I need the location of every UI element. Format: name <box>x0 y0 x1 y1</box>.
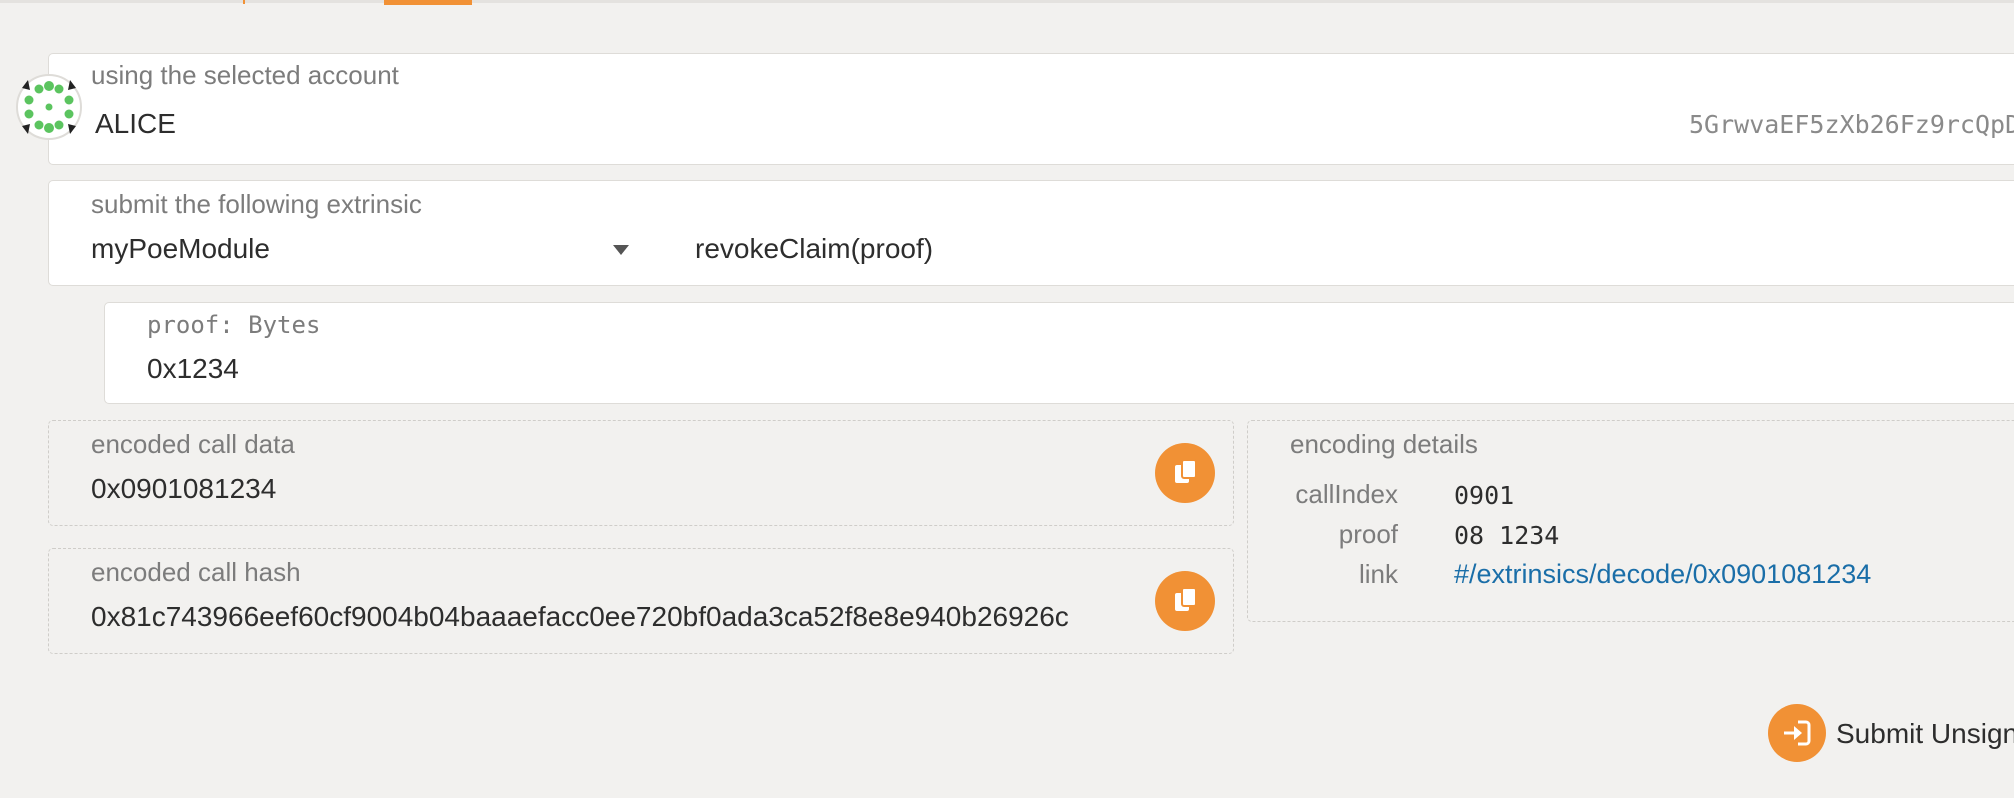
submit-icon-circle <box>1768 704 1826 762</box>
active-tab-indicator <box>384 0 472 5</box>
encoded-call-data-value: 0x0901081234 <box>91 473 277 504</box>
account-identicon <box>16 74 82 140</box>
encoded-call-data-box: encoded call data 0x0901081234 <box>48 420 1234 526</box>
detail-key-callindex: callIndex <box>1295 479 1398 509</box>
account-name: ALICE <box>95 108 176 139</box>
encoded-call-hash-value: 0x81c743966eef60cf9004b04baaaefacc0ee720… <box>91 601 1069 632</box>
chevron-down-icon[interactable] <box>613 245 629 255</box>
proof-param-label: proof: Bytes <box>147 311 321 339</box>
copy-call-hash-button[interactable] <box>1155 571 1215 631</box>
account-address: 5GrwvaEF5zXb26Fz9rcQpD <box>1689 110 2014 139</box>
detail-value-proof: 08 1234 <box>1454 521 1560 550</box>
proof-param-input[interactable]: 0x1234 <box>147 353 239 385</box>
encoded-call-hash-label: encoded call hash <box>91 557 301 587</box>
sign-in-icon <box>1784 720 1811 746</box>
tab-bar-divider <box>0 0 2014 3</box>
extrinsic-selector: submit the following extrinsic myPoeModu… <box>48 180 2014 286</box>
account-selector[interactable]: using the selected account ALICE 5GrwvaE… <box>48 53 2014 165</box>
encoding-details-label: encoding details <box>1290 429 1478 459</box>
encoded-call-hash-box: encoded call hash 0x81c743966eef60cf9004… <box>48 548 1234 654</box>
encoding-details-box: encoding details callIndex 0901 proof 08… <box>1247 420 2014 622</box>
method-select[interactable]: revokeClaim(proof) <box>695 233 933 265</box>
detail-key-proof: proof <box>1338 519 1398 549</box>
detail-value-callindex: 0901 <box>1454 481 1515 510</box>
tab-separator <box>243 0 245 4</box>
identicon-icon <box>22 80 76 134</box>
copy-call-data-button[interactable] <box>1155 443 1215 503</box>
encoded-call-data-label: encoded call data <box>91 429 295 459</box>
submit-label: Submit Unsign <box>1836 718 2014 749</box>
extrinsic-label: submit the following extrinsic <box>91 189 422 219</box>
decode-link[interactable]: #/extrinsics/decode/0x0901081234 <box>1454 559 1871 590</box>
copy-icon <box>1175 587 1197 611</box>
detail-key-link: link <box>1358 559 1398 589</box>
module-select[interactable]: myPoeModule <box>91 233 270 265</box>
account-label: using the selected account <box>91 60 399 90</box>
copy-icon <box>1175 459 1197 483</box>
proof-param-field[interactable]: proof: Bytes 0x1234 <box>104 302 2014 404</box>
